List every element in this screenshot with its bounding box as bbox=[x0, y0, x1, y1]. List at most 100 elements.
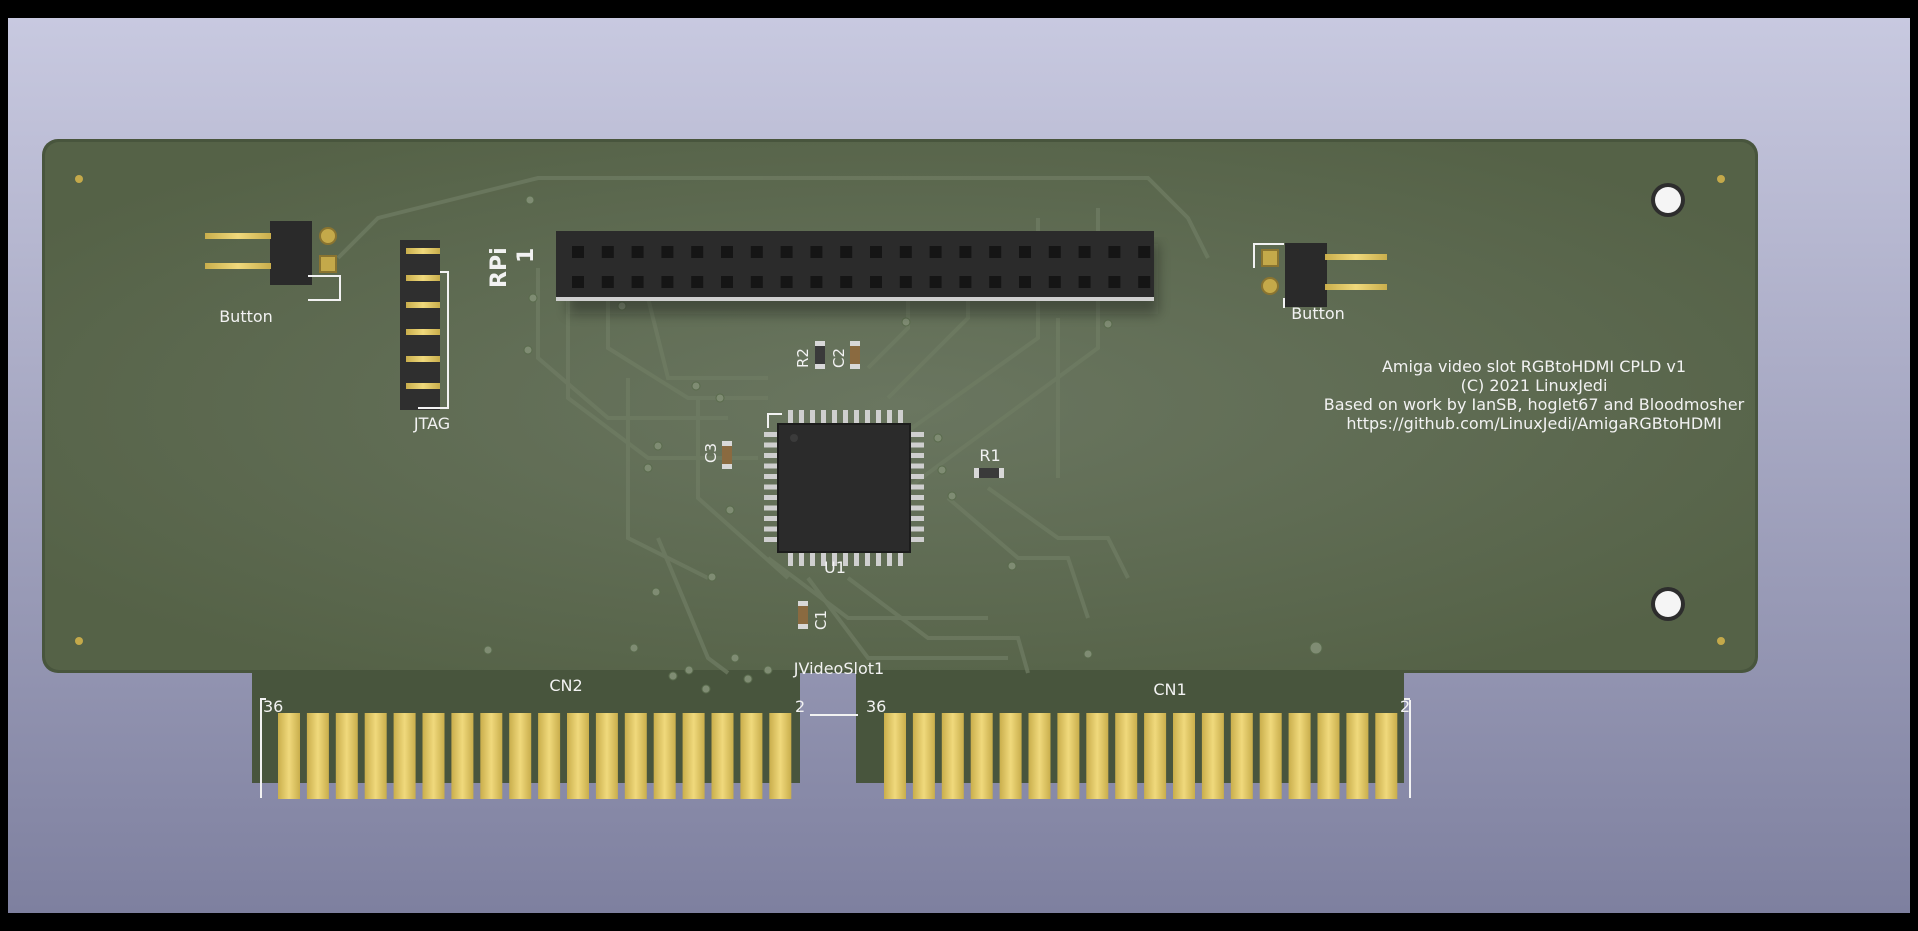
edge-finger bbox=[970, 713, 993, 799]
jtag-pin bbox=[406, 302, 440, 308]
edge-finger bbox=[451, 713, 474, 799]
edge-finger bbox=[1057, 713, 1080, 799]
viewer-frame-top bbox=[0, 0, 1918, 18]
edge-finger bbox=[1230, 713, 1253, 799]
header-pin bbox=[1019, 246, 1031, 258]
cn1-pin36-label: 36 bbox=[866, 697, 886, 716]
header-pin bbox=[1078, 276, 1091, 288]
header-pin bbox=[929, 276, 942, 288]
header-pin bbox=[1048, 276, 1061, 288]
header-pin bbox=[1019, 276, 1031, 288]
button-left-label: Button bbox=[219, 307, 273, 326]
header-pin bbox=[870, 276, 882, 288]
jtag-pin bbox=[406, 356, 440, 362]
resistor-r2 bbox=[815, 341, 825, 369]
edge-finger bbox=[740, 713, 763, 799]
c1-label: C1 bbox=[812, 610, 830, 630]
header-pin bbox=[1048, 246, 1061, 258]
edge-finger bbox=[278, 713, 300, 799]
u1-label: U1 bbox=[824, 558, 846, 577]
board-render: Button Button JTAG RPi 1 U1 R2 C2 C3 R1 … bbox=[8, 18, 1910, 913]
header-pin bbox=[661, 246, 674, 258]
edge-finger bbox=[335, 713, 358, 799]
header-pin bbox=[601, 246, 614, 258]
edge-finger bbox=[1144, 713, 1167, 799]
header-pin bbox=[631, 276, 644, 288]
edge-finger bbox=[595, 713, 618, 799]
jtag-pin bbox=[406, 275, 440, 281]
edge-finger bbox=[306, 713, 329, 799]
header-pin bbox=[721, 276, 733, 288]
header-pin bbox=[750, 276, 763, 288]
jtag-label: JTAG bbox=[413, 414, 450, 433]
rpi-header bbox=[556, 231, 1158, 314]
header-pin bbox=[780, 276, 793, 288]
cn1-pin2-label: 2 bbox=[1400, 697, 1410, 716]
header-pin bbox=[810, 276, 823, 288]
silkscreen-notes: Amiga video slot RGBtoHDMI CPLD v1 (C) 2… bbox=[1324, 357, 1745, 433]
resistor-r1 bbox=[974, 468, 1004, 478]
header-pin bbox=[750, 246, 763, 258]
cn2-label: CN2 bbox=[549, 676, 582, 695]
jtag-pin bbox=[406, 248, 440, 254]
capacitor-c1 bbox=[798, 601, 808, 629]
viewer-frame-right bbox=[1910, 0, 1918, 931]
edge-finger bbox=[912, 713, 935, 799]
viewer-canvas[interactable]: Button Button JTAG RPi 1 U1 R2 C2 C3 R1 … bbox=[8, 18, 1910, 913]
edge-finger bbox=[653, 713, 676, 799]
edge-finger bbox=[1288, 713, 1311, 799]
edge-finger bbox=[1317, 713, 1340, 799]
notes-line-4: https://github.com/LinuxJedi/AmigaRGBtoH… bbox=[1346, 414, 1721, 433]
edge-finger bbox=[624, 713, 647, 799]
header-pin bbox=[601, 276, 614, 288]
header-pin bbox=[572, 276, 584, 288]
edge-finger bbox=[1201, 713, 1224, 799]
header-pin bbox=[1078, 246, 1091, 258]
viewer-frame-left bbox=[0, 0, 8, 931]
edge-finger bbox=[1173, 713, 1195, 799]
header-pin bbox=[1138, 276, 1151, 288]
capacitor-c3 bbox=[722, 441, 732, 469]
rpi-label: RPi bbox=[487, 247, 512, 288]
header-pin bbox=[899, 276, 912, 288]
edge-finger bbox=[1375, 713, 1398, 799]
edge-finger bbox=[567, 713, 589, 799]
jtag-pin bbox=[406, 329, 440, 335]
header-pin bbox=[1108, 246, 1121, 258]
r1-label: R1 bbox=[979, 446, 1000, 465]
header-pin bbox=[780, 246, 793, 258]
pcb-3d-viewer: Button Button JTAG RPi 1 U1 R2 C2 C3 R1 … bbox=[0, 0, 1918, 931]
header-pin bbox=[959, 246, 972, 258]
edge-finger bbox=[941, 713, 964, 799]
header-pin bbox=[810, 246, 823, 258]
edge-finger bbox=[711, 713, 734, 799]
slot-label: JVideoSlot1 bbox=[793, 659, 884, 678]
edge-finger bbox=[1115, 713, 1138, 799]
header-pin bbox=[959, 276, 972, 288]
edge-finger bbox=[422, 713, 445, 799]
c2-label: C2 bbox=[830, 348, 848, 368]
button-right-label: Button bbox=[1291, 304, 1345, 323]
c3-label: C3 bbox=[702, 443, 720, 463]
edge-finger bbox=[1028, 713, 1051, 799]
capacitor-c2 bbox=[850, 341, 860, 369]
header-pin bbox=[691, 246, 704, 258]
rpi-pin1-label: 1 bbox=[514, 248, 539, 263]
edge-finger bbox=[884, 713, 906, 799]
cn1-label: CN1 bbox=[1153, 680, 1186, 699]
header-pin bbox=[989, 246, 1002, 258]
edge-finger bbox=[393, 713, 416, 799]
header-pin bbox=[721, 246, 733, 258]
edge-finger bbox=[682, 713, 705, 799]
edge-finger bbox=[480, 713, 503, 799]
cn2-pin2-label: 2 bbox=[795, 697, 805, 716]
header-pin bbox=[1138, 246, 1151, 258]
cpld-u1 bbox=[764, 410, 924, 566]
header-pin bbox=[840, 276, 853, 288]
edge-finger bbox=[769, 713, 792, 799]
header-pin bbox=[840, 246, 853, 258]
notes-line-2: (C) 2021 LinuxJedi bbox=[1461, 376, 1608, 395]
edge-finger bbox=[538, 713, 561, 799]
header-pin bbox=[631, 246, 644, 258]
r2-label: R2 bbox=[794, 348, 812, 368]
